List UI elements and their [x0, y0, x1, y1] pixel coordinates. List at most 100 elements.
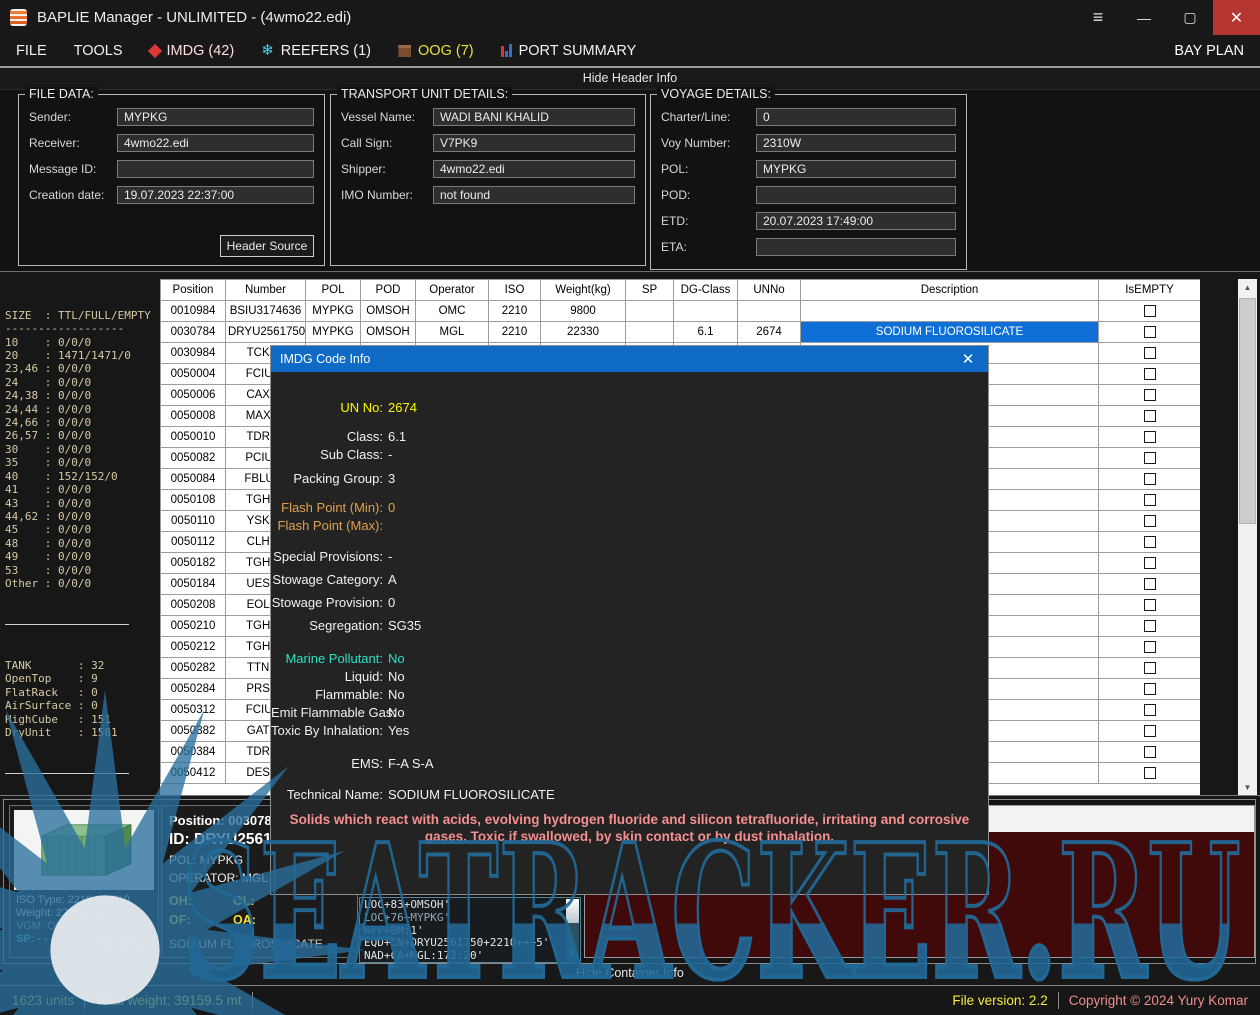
dialog-line: EMS: F-A S-A	[271, 755, 988, 773]
text-input[interactable]: 19.07.2023 22:37:00	[117, 186, 314, 204]
dialog-line-label: Stowage Provision:	[271, 594, 383, 612]
isempty-checkbox[interactable]	[1144, 389, 1156, 401]
column-header[interactable]: POD	[361, 280, 416, 301]
text-input[interactable]: MYPKG	[756, 160, 956, 178]
dialog-titlebar[interactable]: IMDG Code Info ✕	[271, 346, 988, 372]
edi-scrollbar[interactable]: ▼	[566, 899, 579, 961]
isempty-checkbox[interactable]	[1144, 704, 1156, 716]
cargo-box-icon	[398, 45, 411, 57]
cell-isempty	[1099, 490, 1201, 511]
snowflake-icon: ❄	[261, 43, 274, 58]
text-input[interactable]: 4wmo22.edi	[433, 160, 635, 178]
menu-tools[interactable]: TOOLS	[74, 43, 123, 59]
text-input[interactable]	[756, 186, 956, 204]
cell-operator: MGL	[416, 322, 489, 343]
cell-weight: 9800	[541, 301, 626, 322]
text-input[interactable]: 20.07.2023 17:49:00	[756, 212, 956, 230]
cell-position: 0050208	[161, 595, 226, 616]
text-input[interactable]: WADI BANI KHALID	[433, 108, 635, 126]
scroll-up-icon[interactable]: ▲	[1238, 279, 1257, 296]
menu-oog[interactable]: OOG (7)	[398, 43, 474, 59]
isempty-checkbox[interactable]	[1144, 578, 1156, 590]
cell-dg-class: 6.1	[674, 322, 738, 343]
hide-container-info-button[interactable]: Hide Container Info	[0, 966, 1260, 984]
column-header[interactable]: DG-Class	[674, 280, 738, 301]
menu-bay-plan[interactable]: BAY PLAN	[1174, 43, 1244, 59]
isempty-checkbox[interactable]	[1144, 347, 1156, 359]
units-count: 1623 units	[12, 993, 74, 1008]
isempty-checkbox[interactable]	[1144, 620, 1156, 632]
header-source-button[interactable]: Header Source	[220, 235, 314, 257]
edi-source-box[interactable]: LOC+83+OMSOH'LOC+76+MYPKG'RFF+BM:1'EQD+C…	[359, 897, 581, 963]
isempty-checkbox[interactable]	[1144, 536, 1156, 548]
text-input[interactable]: 2310W	[756, 134, 956, 152]
edi-scroll-down-icon[interactable]: ▼	[566, 948, 579, 961]
table-row[interactable]: 0030784 DRYU2561750 MYPKG OMSOH MGL 2210…	[161, 322, 1201, 343]
table-scrollbar[interactable]: ▲ ▼	[1238, 279, 1257, 796]
isempty-checkbox[interactable]	[1144, 326, 1156, 338]
isempty-checkbox[interactable]	[1144, 662, 1156, 674]
isempty-checkbox[interactable]	[1144, 473, 1156, 485]
column-header[interactable]: ISO	[489, 280, 541, 301]
isempty-checkbox[interactable]	[1144, 431, 1156, 443]
isempty-checkbox[interactable]	[1144, 515, 1156, 527]
isempty-checkbox[interactable]	[1144, 557, 1156, 569]
isempty-checkbox[interactable]	[1144, 683, 1156, 695]
scrollbar-thumb[interactable]	[1239, 298, 1256, 524]
form-field: Voy Number: 2310W	[661, 134, 956, 152]
dialog-line: Stowage Provision: 0	[271, 594, 988, 612]
minimize-button[interactable]: —	[1121, 0, 1167, 35]
table-row[interactable]: 0010984 BSIU3174636 MYPKG OMSOH OMC 2210…	[161, 301, 1201, 322]
isempty-checkbox[interactable]	[1144, 746, 1156, 758]
menu-file[interactable]: FILE	[16, 43, 47, 59]
menu-imdg[interactable]: IMDG (42)	[150, 43, 235, 59]
edi-scrollbar-thumb[interactable]	[566, 899, 579, 923]
isempty-checkbox[interactable]	[1144, 305, 1156, 317]
maximize-button[interactable]: ▢	[1167, 0, 1213, 35]
column-header[interactable]: SP	[626, 280, 674, 301]
form-field: ETA:	[661, 238, 956, 256]
menu-reefers[interactable]: ❄ REEFERS (1)	[261, 43, 371, 59]
cell-number: DRYU2561750	[226, 322, 306, 343]
window-menu-button[interactable]: ≡	[1075, 0, 1121, 35]
sidebar-line: 24,44 : 0/0/0	[5, 403, 159, 416]
isempty-checkbox[interactable]	[1144, 641, 1156, 653]
isempty-checkbox[interactable]	[1144, 767, 1156, 779]
cell-isempty	[1099, 700, 1201, 721]
text-input[interactable]	[117, 160, 314, 178]
sidebar-line: DryUnit : 1581	[5, 726, 159, 739]
scroll-down-icon[interactable]: ▼	[1238, 779, 1257, 796]
cell-isempty	[1099, 301, 1201, 322]
form-field: Sender: MYPKG	[29, 108, 314, 126]
column-header[interactable]: Description	[801, 280, 1099, 301]
isempty-checkbox[interactable]	[1144, 599, 1156, 611]
column-header[interactable]: Position	[161, 280, 226, 301]
iso-data-button[interactable]: ISO DATA	[89, 936, 153, 952]
cell-position: 0050112	[161, 532, 226, 553]
isempty-checkbox[interactable]	[1144, 725, 1156, 737]
ol-label: OL:	[233, 894, 299, 908]
isempty-checkbox[interactable]	[1144, 494, 1156, 506]
isempty-checkbox[interactable]	[1144, 410, 1156, 422]
isempty-checkbox[interactable]	[1144, 452, 1156, 464]
hide-header-info-button[interactable]: Hide Header Info	[0, 68, 1260, 90]
text-input[interactable]: 4wmo22.edi	[117, 134, 314, 152]
text-input[interactable]: 0	[756, 108, 956, 126]
form-field: ETD: 20.07.2023 17:49:00	[661, 212, 956, 230]
menu-port-summary[interactable]: PORT SUMMARY	[501, 43, 637, 59]
text-input[interactable]: not found	[433, 186, 635, 204]
text-input[interactable]: MYPKG	[117, 108, 314, 126]
column-header[interactable]: Weight(kg)	[541, 280, 626, 301]
column-header[interactable]: UNNo	[738, 280, 801, 301]
column-header[interactable]: IsEMPTY	[1099, 280, 1201, 301]
column-header[interactable]: POL	[306, 280, 361, 301]
isempty-checkbox[interactable]	[1144, 368, 1156, 380]
form-field: POL: MYPKG	[661, 160, 956, 178]
cell-isempty	[1099, 448, 1201, 469]
dialog-close-button[interactable]: ✕	[948, 346, 988, 372]
close-button[interactable]: ✕	[1213, 0, 1260, 35]
text-input[interactable]	[756, 238, 956, 256]
column-header[interactable]: Number	[226, 280, 306, 301]
text-input[interactable]: V7PK9	[433, 134, 635, 152]
column-header[interactable]: Operator	[416, 280, 489, 301]
